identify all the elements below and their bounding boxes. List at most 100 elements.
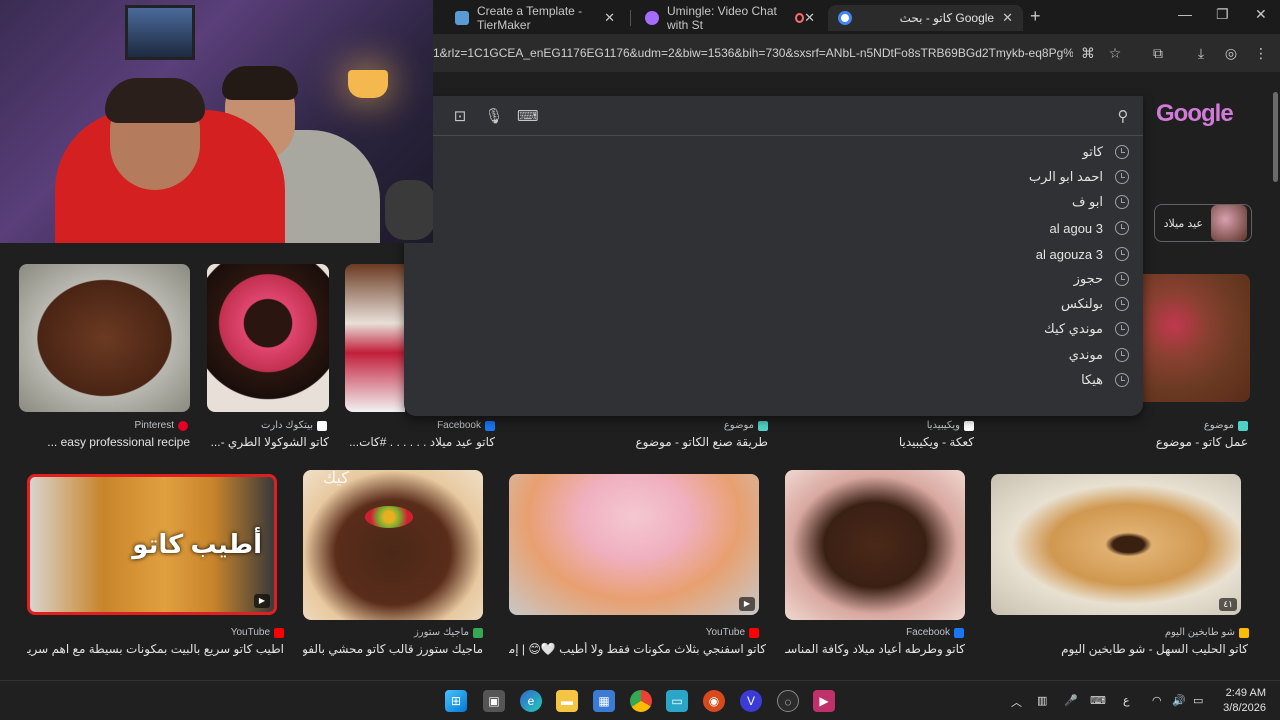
result-caption[interactable]: كاتو وطرطه أعياد ميلاد وكافة المناسـ... [785,642,965,656]
suggestion-item[interactable]: كاتو [1083,140,1129,164]
result-source: ماجيك ستورز [370,627,483,638]
bookmark-star-icon[interactable]: ☆ [1105,43,1125,63]
time: 2:49 AM [1225,687,1266,699]
app-v-icon[interactable]: V [740,690,762,712]
app-icon[interactable]: ▭ [666,690,688,712]
result-image[interactable] [1142,274,1250,402]
result-caption[interactable]: كعكة - ويكيبيديا [840,435,974,449]
suggestion-item[interactable]: احمد ابو الرب [1029,165,1129,189]
history-icon [1115,145,1129,159]
result-caption[interactable]: عمل كاتو - موضوع [1120,435,1248,449]
search-box[interactable]: ⊡ 🎙 ⌨ ⚲ [404,96,1143,136]
result-image[interactable]: أطيب كاتو ▶ [27,474,277,615]
facebook-icon [954,627,964,638]
suggestion-item[interactable]: بولنكس [1061,292,1129,316]
thumbnail-overlay-text: كيك [323,470,349,487]
history-icon [1115,221,1129,235]
result-source: YouTube [180,627,284,638]
result-caption[interactable]: easy professional recipe ... [19,435,190,449]
history-icon [1115,272,1129,286]
chrome-icon[interactable] [630,690,652,712]
result-caption[interactable]: كاتو الشوكولا الطري -... [207,435,329,449]
suggestion-item[interactable]: هيكا [1081,368,1129,392]
edge-icon[interactable]: e [520,690,542,712]
scrollbar[interactable] [1270,72,1280,680]
tab-google-search[interactable]: كاتو - بحث Google ✕ [828,5,1023,31]
start-icon[interactable]: ⊞ [445,690,467,712]
minimize-icon[interactable]: — [1178,6,1192,22]
google-lens-icon[interactable]: ⊡ [450,107,470,127]
menu-icon[interactable]: ⋮ [1251,43,1271,63]
suggestion-item[interactable]: ابو ف [1072,190,1129,214]
result-source: Pinterest [80,420,188,431]
tab-label: Umingle: Video Chat with St [667,4,777,32]
tab-umingle[interactable]: Umingle: Video Chat with St ✕ [635,4,825,32]
suggestion-item[interactable]: موندي [1069,343,1129,367]
address-bar[interactable]: 1&rlz=1C1GCEA_enEG1176EG1176&udm=2&biw=1… [433,40,1073,66]
result-image[interactable] [207,264,329,412]
keyboard-icon[interactable]: ⌨ [1090,694,1106,707]
tray-app-icon[interactable]: ▥ [1037,694,1047,707]
result-source: بيتكوك دارت [207,420,327,431]
result-caption[interactable]: كاتو اسفنجي بثلاث مكونات فقط ولا أطيب 🤍😊… [509,642,766,656]
result-image[interactable]: ٤١ [991,474,1241,615]
app-icon[interactable]: ▶ [813,690,835,712]
battery-icon[interactable]: ▭ [1193,694,1203,707]
suggestion-item[interactable]: حجوز [1074,267,1129,291]
suggestion-item[interactable]: al agou 3 [1050,216,1129,240]
wifi-icon[interactable]: ◠ [1152,694,1162,707]
result-caption[interactable]: طريقة صنع الكاتو - موضوع [600,435,768,449]
search-suggestions-panel: ⊡ 🎙 ⌨ ⚲ كاتو احمد ابو الرب ابو ف al agou… [404,96,1143,416]
result-image[interactable] [19,264,190,412]
date: 3/8/2026 [1223,702,1266,714]
play-icon: ▶ [254,594,270,608]
profile-icon[interactable]: ◎ [1221,43,1241,63]
close-tab-icon[interactable]: ✕ [1002,10,1013,26]
microphone-icon[interactable]: 🎤 [1064,694,1078,707]
result-caption[interactable]: كاتو الحليب السهل - شو طابخين اليوم [991,642,1248,656]
search-icon[interactable]: ⚲ [1113,107,1133,127]
result-caption[interactable]: اطيب كاتو سريع بالبيت بمكونات بسيطة مع ا… [27,642,284,656]
result-source: ويكيبيديا [860,420,974,431]
obs-icon[interactable]: ◌ [777,690,799,712]
scrollbar-thumb[interactable] [1273,92,1278,182]
tab-label: كاتو - بحث Google [899,11,995,25]
result-image[interactable] [345,264,405,412]
store-icon[interactable]: ▦ [593,690,615,712]
result-image[interactable]: كيك [303,470,483,620]
app-icon[interactable]: ◉ [703,690,725,712]
close-tab-icon[interactable]: ✕ [604,10,615,26]
keyboard-icon[interactable]: ⌨ [517,107,539,127]
file-explorer-icon[interactable]: ▬ [556,690,578,712]
new-tab-icon[interactable]: + [1030,6,1041,27]
result-source: YouTube [660,627,759,638]
extensions-icon[interactable]: ⧉ [1148,43,1168,63]
windows-taskbar: ⊞ ▣ e ▬ ▦ ▭ ◉ V ◌ ▶ ︿ ▥ 🎤 ⌨ ع ◠ 🔊 ▭ 2:49… [0,680,1280,720]
tab-tiermaker[interactable]: Create a Template - TierMaker ✕ [445,4,625,32]
result-image[interactable] [785,470,965,620]
suggestion-item[interactable]: al agouza 3 [1036,242,1129,266]
history-icon [1115,170,1129,184]
person-left-hair [105,78,205,123]
result-image[interactable]: ▶ [509,474,759,615]
close-tab-icon[interactable]: ✕ [804,10,815,26]
download-icon[interactable]: ⤓ [1191,43,1211,63]
language-indicator[interactable]: ع [1123,694,1130,707]
close-window-icon[interactable]: ✕ [1255,6,1267,23]
result-source: موضوع [1140,420,1248,431]
result-caption[interactable]: كاتو عيد ميلاد . . . . . . #كات... [340,435,495,449]
site-favicon-icon [317,420,327,431]
maximize-icon[interactable]: ❐ [1216,6,1229,23]
google-logo[interactable]: Google [1156,100,1234,128]
volume-icon[interactable]: 🔊 [1172,694,1186,707]
site-favicon-icon [473,627,483,638]
result-caption[interactable]: ماجيك ستورز قالب كاتو محشي بالفوا... [303,642,483,656]
show-hidden-icons[interactable]: ︿ [1011,694,1022,710]
filter-chip[interactable]: عيد ميلاد [1154,204,1252,242]
task-view-icon[interactable]: ▣ [483,690,505,712]
play-icon: ▶ [739,597,755,611]
translate-icon[interactable]: ⌘ [1078,43,1098,63]
clock[interactable]: 2:49 AM 3/8/2026 [1223,686,1266,716]
suggestion-item[interactable]: موندي كيك [1044,317,1129,341]
voice-search-icon[interactable]: 🎙 [484,107,504,127]
